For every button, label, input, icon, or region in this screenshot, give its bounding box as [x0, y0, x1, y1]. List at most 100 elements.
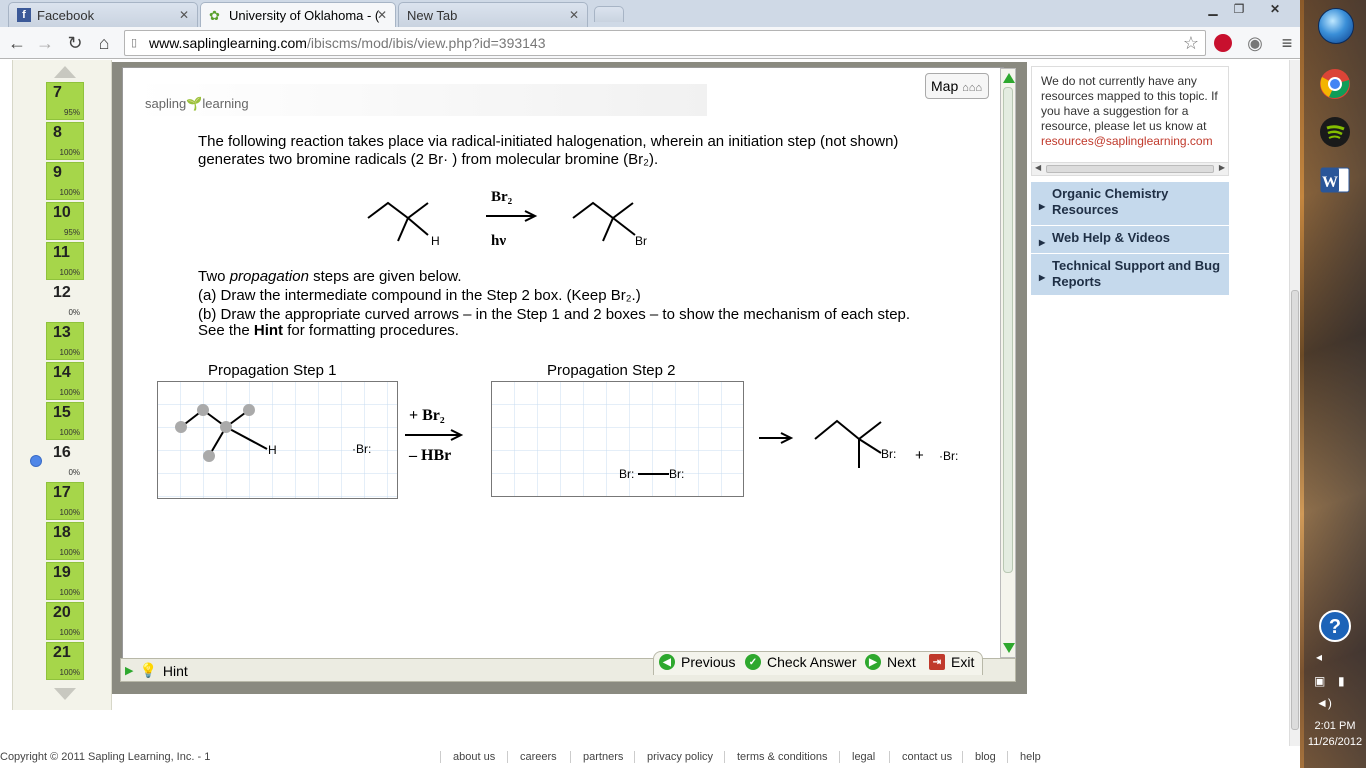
question-number: 17 — [53, 484, 71, 501]
page-scrollbar[interactable] — [1289, 60, 1300, 746]
expand-triangle-icon: ▶ — [1039, 272, 1046, 282]
product-br-radical: ·Br: — [939, 449, 958, 463]
check-answer-button[interactable]: ✓ Check Answer — [745, 654, 856, 670]
question-scrollbar[interactable] — [1000, 68, 1016, 658]
sidebar-link-web-help[interactable]: ▶ Web Help & Videos — [1031, 226, 1229, 254]
previous-button[interactable]: ◀ Previous — [659, 654, 735, 670]
bookmark-star-icon[interactable]: ☆ — [1180, 32, 1202, 54]
spotify-taskbar-button[interactable] — [1312, 112, 1358, 152]
question-nav-item[interactable]: 9 100% — [46, 162, 84, 200]
question-number: 20 — [53, 604, 71, 621]
close-icon[interactable]: ✕ — [377, 8, 387, 22]
address-bar[interactable]: ▯ www.saplinglearning.com/ibiscms/mod/ib… — [124, 30, 1206, 56]
svg-text:W: W — [1322, 174, 1338, 191]
hint-button[interactable]: ▶ 💡 Hint — [125, 662, 188, 679]
scroll-down-arrow-icon[interactable] — [53, 687, 77, 701]
scroll-down-icon[interactable] — [1003, 643, 1015, 653]
close-icon[interactable]: ✕ — [179, 8, 189, 22]
tab-new-tab[interactable]: New Tab ✕ — [398, 2, 588, 27]
minimize-button[interactable]: ▁ — [1200, 0, 1226, 18]
play-icon: ▶ — [125, 665, 134, 677]
url-path: /ibiscms/mod/ibis/view.php?id=393143 — [306, 35, 546, 51]
chrome-taskbar-button[interactable] — [1312, 64, 1358, 104]
question-number: 11 — [53, 244, 70, 261]
step1-drawing-canvas[interactable]: H ·Br: — [157, 381, 399, 500]
footer-link[interactable]: about us — [440, 751, 507, 763]
tray-app-icon[interactable]: ▣ — [1314, 674, 1325, 688]
question-nav-item[interactable]: 12 0% — [46, 282, 84, 320]
map-label: Map — [931, 78, 959, 94]
tab-facebook[interactable]: f Facebook ✕ — [8, 2, 198, 27]
scroll-up-icon[interactable] — [1003, 73, 1015, 83]
scroll-left-icon[interactable]: ◀ — [1035, 163, 1041, 172]
question-score: 100% — [59, 268, 80, 277]
question-score: 100% — [59, 348, 80, 357]
footer-link[interactable]: blog — [962, 751, 1008, 763]
step2-drawing-canvas[interactable]: Br: Br: — [491, 381, 747, 500]
horizontal-scrollbar[interactable]: ◀ ▶ — [1031, 162, 1229, 176]
home-button[interactable]: ⌂ — [93, 32, 115, 54]
question-number: 7 — [53, 84, 62, 101]
question-nav-item[interactable]: 11 100% — [46, 242, 84, 280]
scroll-up-arrow-icon[interactable] — [53, 65, 77, 79]
start-button[interactable] — [1318, 8, 1354, 44]
url-host: www.saplinglearning.com — [149, 35, 307, 51]
question-nav-item[interactable]: 20 100% — [46, 602, 84, 640]
maximize-button[interactable]: ❐ — [1226, 0, 1252, 18]
volume-icon[interactable]: ◄) — [1316, 696, 1332, 710]
question-number: 9 — [53, 164, 62, 181]
system-clock[interactable]: 2:01 PM 11/26/2012 — [1306, 718, 1364, 750]
question-nav-item[interactable]: 17 100% — [46, 482, 84, 520]
footer-link[interactable]: careers — [507, 751, 569, 763]
question-nav-item[interactable]: 16 0% — [46, 442, 84, 480]
step1-reagent-plus-br2: + Br₂ — [409, 407, 445, 424]
window-close-button[interactable]: ✕ — [1252, 0, 1298, 18]
scroll-thumb[interactable] — [1003, 87, 1013, 573]
step2-br-left: Br: — [619, 467, 634, 481]
question-nav-item[interactable]: 19 100% — [46, 562, 84, 600]
footer-link[interactable]: contact us — [889, 751, 964, 763]
question-number: 16 — [53, 444, 71, 461]
footer-link[interactable]: partners — [570, 751, 635, 763]
question-nav-item[interactable]: 8 100% — [46, 122, 84, 160]
word-taskbar-button[interactable]: W — [1312, 160, 1358, 200]
question-nav-item[interactable]: 13 100% — [46, 322, 84, 360]
network-icon[interactable]: ▮ — [1338, 674, 1345, 688]
question-number: 18 — [53, 524, 71, 541]
exit-button[interactable]: ⇥ Exit — [929, 654, 974, 670]
no-resources-message: We do not currently have any resources m… — [1031, 66, 1229, 166]
help-taskbar-button[interactable]: ? — [1312, 606, 1358, 646]
instruction-a: (a) Draw the intermediate compound in th… — [198, 287, 641, 304]
question-nav-item[interactable]: 10 95% — [46, 202, 84, 240]
close-icon[interactable]: ✕ — [569, 8, 579, 22]
map-button[interactable]: Map ⌂⌂⌂ — [925, 73, 989, 99]
next-button[interactable]: ▶ Next — [865, 654, 916, 670]
footer-link[interactable]: privacy policy — [634, 751, 725, 763]
resources-email-link[interactable]: resources@saplinglearning.com — [1041, 134, 1228, 149]
question-nav-item[interactable]: 18 100% — [46, 522, 84, 560]
question-nav-item[interactable]: 15 100% — [46, 402, 84, 440]
sidebar-link-organic-chemistry-resources[interactable]: ▶ Organic Chemistry Resources — [1031, 182, 1229, 226]
map-icon: ⌂⌂⌂ — [962, 82, 983, 94]
forward-button[interactable]: → — [34, 32, 56, 54]
extension-eye-button[interactable]: ◉ — [1244, 32, 1266, 54]
menu-icon[interactable]: ≡ — [1276, 32, 1298, 54]
tray-expand-icon[interactable]: ◂ — [1316, 650, 1322, 664]
question-score: 100% — [59, 628, 80, 637]
new-tab-button[interactable] — [594, 6, 624, 22]
footer-link[interactable]: terms & conditions — [724, 751, 839, 763]
tab-university-of-oklahoma[interactable]: ✿ University of Oklahoma - ( ✕ — [200, 2, 396, 27]
product-methyl — [602, 217, 614, 242]
footer-link[interactable]: help — [1007, 751, 1053, 763]
footer-link[interactable]: legal — [839, 751, 887, 763]
scroll-right-icon[interactable]: ▶ — [1219, 163, 1225, 172]
extension-stop-button[interactable] — [1212, 32, 1234, 54]
reload-button[interactable]: ↻ — [64, 32, 86, 54]
question-nav-item[interactable]: 14 100% — [46, 362, 84, 400]
page-scroll-thumb[interactable] — [1291, 290, 1299, 730]
sidebar-link-technical-support[interactable]: ▶ Technical Support and Bug Reports — [1031, 254, 1229, 296]
question-nav-item[interactable]: 7 95% — [46, 82, 84, 120]
h-scroll-thumb[interactable] — [1046, 165, 1214, 173]
question-nav-item[interactable]: 21 100% — [46, 642, 84, 680]
back-button[interactable]: ← — [6, 32, 28, 54]
